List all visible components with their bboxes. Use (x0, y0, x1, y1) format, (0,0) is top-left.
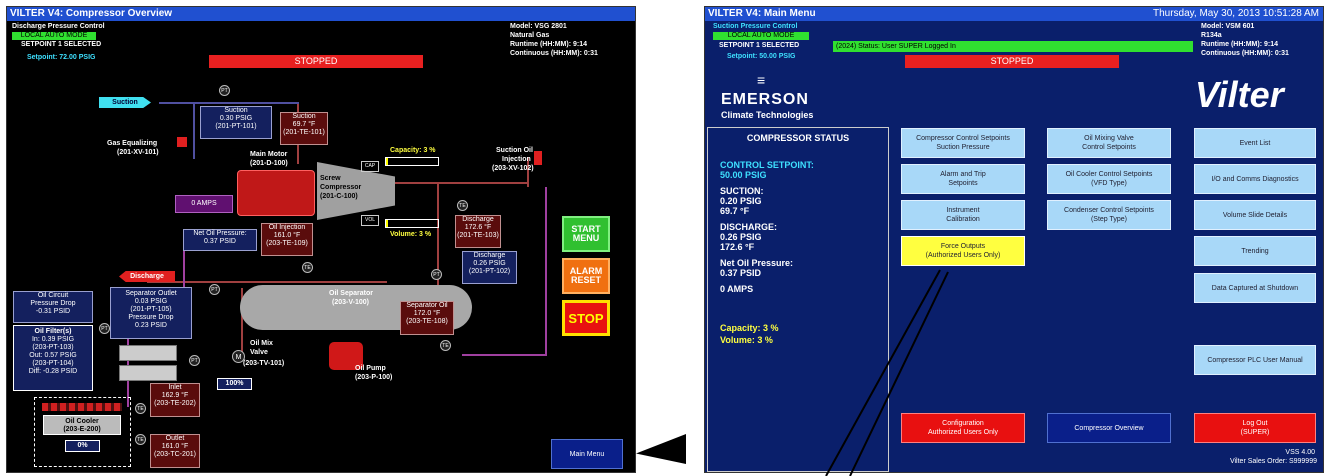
callout-line-1 (825, 269, 941, 476)
callout-lines (825, 269, 949, 476)
callout-line-2 (849, 271, 949, 476)
